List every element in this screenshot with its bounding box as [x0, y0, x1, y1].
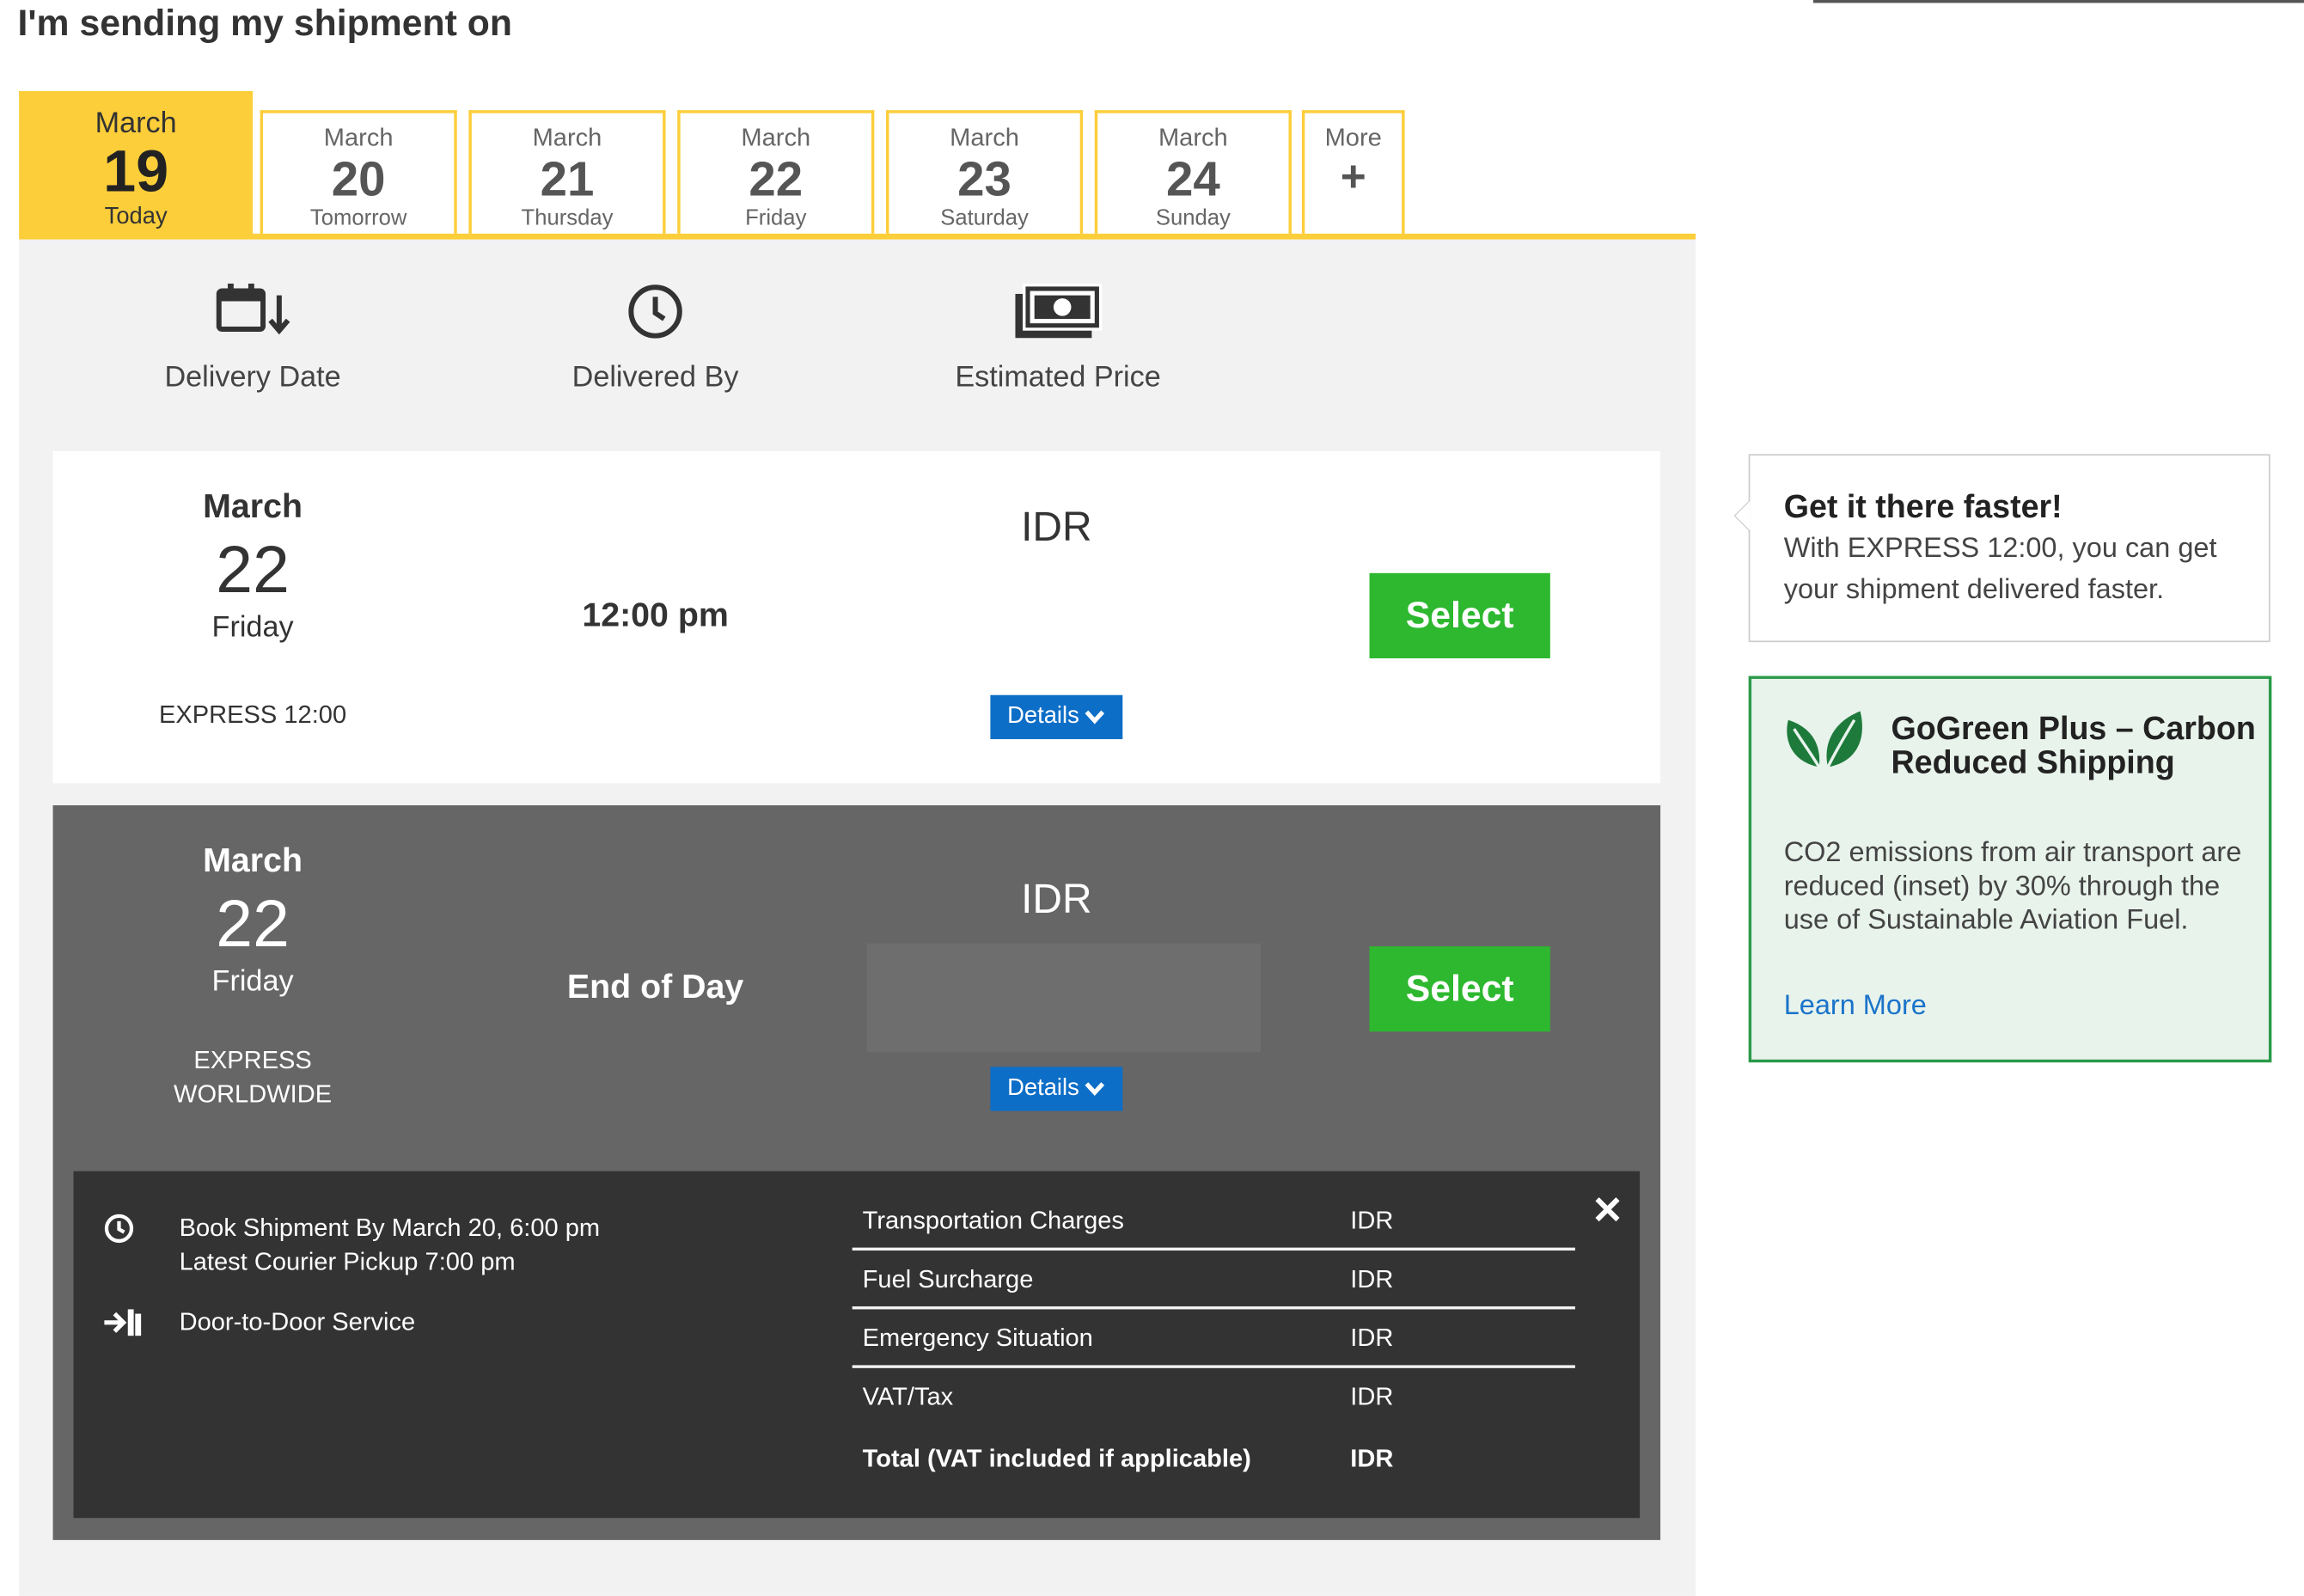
charge-currency: IDR [1350, 1206, 1394, 1235]
product-name: EXPRESS WORLDWIDE [53, 1043, 453, 1111]
date-tab-march-24[interactable]: March 24 Sunday [1094, 110, 1292, 234]
tab-sub: Sunday [1155, 205, 1231, 231]
header-delivery-date: Delivery Date [76, 282, 429, 395]
price-currency: IDR [1021, 876, 1092, 922]
clock-icon [628, 284, 682, 339]
delivered-by-time: End of Day [566, 967, 744, 1006]
chevron-down-icon [1085, 710, 1105, 725]
gogreen-card: GoGreen Plus – Carbon Reduced Shipping C… [1748, 676, 2272, 1063]
charge-currency: IDR [1350, 1382, 1394, 1411]
details-label: Details [1007, 703, 1079, 730]
header-label: Delivery Date [164, 361, 341, 394]
charge-name: Fuel Surcharge [862, 1265, 1034, 1293]
money-icon [1015, 283, 1103, 339]
delivery-weekday: Friday [211, 611, 294, 644]
tab-sub: Tomorrow [309, 205, 407, 231]
date-tab-march-23[interactable]: March 23 Saturday [886, 110, 1084, 234]
charge-row: Transportation Charges IDR [852, 1192, 1575, 1251]
select-button[interactable]: Select [1369, 572, 1550, 658]
delivery-day: 22 [216, 886, 290, 962]
charge-currency: IDR [1350, 1265, 1394, 1293]
service-type: Door-to-Door Service [179, 1307, 416, 1336]
gogreen-title: GoGreen Plus – Carbon Reduced Shipping [1891, 709, 2256, 780]
date-tab-march-19[interactable]: March 19 Today [19, 91, 254, 235]
delivery-weekday: Friday [211, 965, 294, 998]
top-divider [1812, 0, 2304, 3]
header-label: Delivered By [571, 361, 739, 394]
charge-name: Total (VAT included if applicable) [862, 1444, 1251, 1473]
tabs-underline [19, 233, 1696, 240]
date-tab-march-21[interactable]: March 21 Thursday [468, 110, 666, 234]
header-estimated-price: Estimated Price [882, 282, 1234, 395]
header-delivered-by: Delivered By [479, 282, 831, 395]
tab-month: March [741, 123, 811, 152]
charge-currency: IDR [1350, 1444, 1394, 1473]
tab-day: 21 [540, 151, 595, 206]
charge-row: VAT/Tax IDR [853, 1368, 1575, 1424]
clock-icon [104, 1214, 134, 1244]
option-row-express-1200: March 22 Friday EXPRESS 12:00 12:00 pm I… [52, 450, 1661, 784]
delivery-day: 22 [216, 531, 290, 608]
booking-deadline: Book Shipment By March 20, 6:00 pm Lates… [180, 1211, 601, 1279]
delivery-month: March [203, 486, 303, 525]
upsell-title: Get it there faster! [1783, 487, 2063, 525]
calendar-arrow-icon [216, 283, 290, 335]
tab-sub: Saturday [940, 205, 1029, 231]
more-label: More [1324, 123, 1382, 152]
charge-currency: IDR [1350, 1324, 1394, 1353]
close-icon[interactable] [1590, 1192, 1625, 1227]
chevron-down-icon [1085, 1082, 1105, 1097]
plus-icon: + [1340, 152, 1366, 202]
book-by-text: Book Shipment By March 20, 6:00 pm [179, 1214, 601, 1242]
price-currency: IDR [1021, 504, 1092, 550]
product-name: EXPRESS 12:00 [159, 700, 347, 730]
tab-month: March [95, 107, 177, 140]
tab-sub: Friday [745, 205, 807, 231]
delivery-month: March [203, 841, 303, 879]
charge-name: VAT/Tax [862, 1382, 954, 1411]
product-name-line1: EXPRESS [193, 1046, 312, 1074]
tab-sub: Today [104, 204, 168, 229]
header-label: Estimated Price [955, 361, 1161, 394]
details-drawer: Book Shipment By March 20, 6:00 pm Lates… [73, 1171, 1641, 1519]
details-button[interactable]: Details [990, 694, 1123, 740]
tab-day: 19 [103, 139, 169, 205]
charge-name: Emergency Situation [862, 1324, 1093, 1353]
tab-day: 24 [1165, 151, 1220, 206]
details-button[interactable]: Details [990, 1067, 1123, 1111]
tab-day: 23 [957, 151, 1011, 206]
door-arrow-icon [104, 1309, 142, 1336]
product-name-line2: WORLDWIDE [174, 1079, 333, 1109]
select-button[interactable]: Select [1369, 946, 1550, 1032]
date-tab-march-22[interactable]: March 22 Friday [677, 110, 875, 234]
tab-month: March [323, 123, 394, 152]
tab-sub: Thursday [521, 205, 614, 231]
callout-arrow [1733, 499, 1751, 532]
learn-more-link[interactable]: Learn More [1784, 990, 1927, 1023]
delivery-date-cell: March 22 Friday EXPRESS WORLDWIDE [53, 841, 453, 1111]
tab-day: 20 [331, 151, 386, 206]
option-row-express-worldwide: March 22 Friday EXPRESS WORLDWIDE End of… [52, 804, 1661, 1540]
tab-month: March [1158, 123, 1228, 152]
upsell-body: With EXPRESS 12:00, you can get your shi… [1783, 533, 2217, 606]
details-label: Details [1007, 1075, 1079, 1101]
leaf-icon [1787, 711, 1862, 768]
upsell-card: Get it there faster! With EXPRESS 12:00,… [1733, 454, 2270, 643]
delivery-date-cell: March 22 Friday EXPRESS 12:00 [53, 486, 453, 732]
more-dates-tab[interactable]: More + [1301, 110, 1405, 234]
charges-table: Transportation Charges IDR Fuel Surcharg… [852, 1192, 1575, 1486]
charge-row: Fuel Surcharge IDR [852, 1251, 1575, 1310]
pickup-text: Latest Courier Pickup 7:00 pm [179, 1247, 516, 1276]
tab-month: March [532, 123, 602, 152]
gogreen-body: CO2 emissions from air transport are red… [1783, 837, 2242, 937]
date-tab-march-20[interactable]: March 20 Tomorrow [260, 110, 457, 234]
price-placeholder [866, 943, 1262, 1053]
charge-total-row: Total (VAT included if applicable) IDR [853, 1430, 1575, 1486]
charge-row: Emergency Situation IDR [852, 1309, 1575, 1368]
delivered-by-time: 12:00 pm [582, 595, 729, 633]
charge-name: Transportation Charges [862, 1206, 1124, 1235]
page-title: I'm sending my shipment on [17, 3, 512, 45]
tab-month: March [950, 123, 1019, 152]
tab-day: 22 [749, 151, 804, 206]
